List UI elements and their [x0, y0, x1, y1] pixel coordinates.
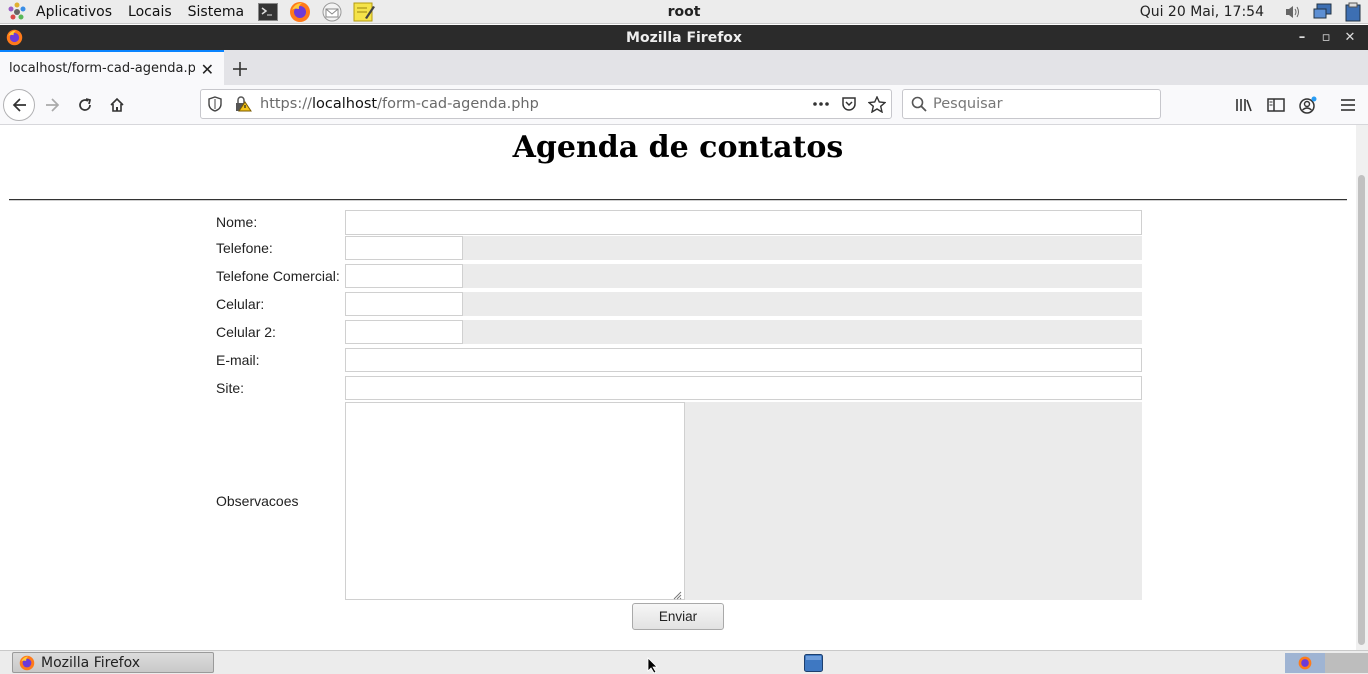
- url-text: https://localhost/form-cad-agenda.php: [260, 96, 539, 112]
- bookmark-star-icon[interactable]: [867, 95, 887, 117]
- clipboard-icon[interactable]: [1342, 1, 1364, 23]
- field-cell-telefone-comercial: [345, 264, 1142, 288]
- back-arrow-icon: [12, 98, 26, 112]
- menu-sistema[interactable]: Sistema: [180, 0, 252, 24]
- label-celular: Celular:: [216, 296, 265, 312]
- library-icon: [1236, 99, 1252, 112]
- mouse-pointer-icon: [647, 657, 659, 674]
- network-icon[interactable]: [1312, 1, 1334, 23]
- field-cell-observacoes: [345, 402, 1142, 600]
- page-actions-icon[interactable]: [811, 96, 831, 116]
- back-button[interactable]: [3, 89, 35, 121]
- workspace-1[interactable]: [1285, 653, 1325, 673]
- field-cell-celular: [345, 292, 1142, 316]
- window-title: Mozilla Firefox: [626, 29, 742, 46]
- label-email: E-mail:: [216, 352, 260, 368]
- hamburger-menu-icon: [1341, 99, 1355, 111]
- volume-icon[interactable]: [1282, 1, 1304, 23]
- submit-button[interactable]: Enviar: [632, 603, 724, 630]
- label-celular-2: Celular 2:: [216, 324, 276, 340]
- vertical-scrollbar[interactable]: [1356, 125, 1368, 650]
- horizontal-rule: [9, 199, 1347, 201]
- label-telefone-comercial: Telefone Comercial:: [216, 268, 340, 284]
- scrollbar-thumb[interactable]: [1358, 175, 1365, 645]
- tab-title: localhost/form-cad-agenda.p: [9, 61, 195, 76]
- search-input[interactable]: Pesquisar: [902, 89, 1161, 119]
- field-cell-email: [345, 348, 1142, 372]
- nome-field[interactable]: [345, 210, 1142, 235]
- window-titlebar[interactable]: Mozilla Firefox – ▫ ✕: [0, 25, 1368, 50]
- tab-active[interactable]: localhost/form-cad-agenda.p ✕: [0, 50, 224, 85]
- observacoes-textarea[interactable]: [345, 402, 685, 600]
- library-button[interactable]: [1228, 89, 1260, 121]
- close-tab-icon[interactable]: ✕: [201, 60, 214, 79]
- pocket-icon[interactable]: [841, 96, 857, 116]
- celular-field[interactable]: [345, 292, 463, 316]
- sidebar-button[interactable]: [1260, 89, 1292, 121]
- field-cell-telefone: [345, 236, 1142, 260]
- account-icon: [1299, 96, 1317, 114]
- insecure-lock-icon[interactable]: [234, 96, 252, 116]
- field-cell-site: [345, 376, 1142, 400]
- terminal-icon[interactable]: [256, 1, 280, 23]
- menu-button[interactable]: [1332, 89, 1364, 121]
- gnome-foot-icon[interactable]: [6, 1, 28, 23]
- home-button[interactable]: [101, 89, 133, 121]
- taskbar-window-label: Mozilla Firefox: [41, 654, 141, 671]
- minimize-icon[interactable]: –: [1290, 30, 1314, 45]
- menu-aplicativos[interactable]: Aplicativos: [28, 0, 120, 24]
- workspace-switcher[interactable]: [1285, 653, 1368, 673]
- label-site: Site:: [216, 380, 245, 396]
- page-title: Agenda de contatos: [512, 130, 844, 165]
- taskbar-window-button[interactable]: Mozilla Firefox: [12, 652, 214, 673]
- tab-strip: localhost/form-cad-agenda.p ✕: [0, 50, 1368, 85]
- site-field[interactable]: [345, 376, 1142, 400]
- new-tab-button[interactable]: [224, 52, 256, 85]
- field-cell-nome: [345, 210, 1142, 235]
- home-icon: [110, 97, 124, 112]
- firefox-icon: [19, 655, 35, 671]
- celular-2-field[interactable]: [345, 320, 463, 344]
- url-host: localhost: [311, 96, 378, 112]
- field-cell-celular-2: [345, 320, 1142, 344]
- maximize-icon[interactable]: ▫: [1314, 30, 1338, 45]
- close-icon[interactable]: ✕: [1338, 30, 1362, 45]
- current-user: root: [667, 3, 701, 20]
- bottom-panel: Mozilla Firefox: [0, 650, 1368, 674]
- email-field[interactable]: [345, 348, 1142, 372]
- workspace-2[interactable]: [1325, 653, 1368, 673]
- reload-button[interactable]: [69, 89, 101, 121]
- firefox-icon[interactable]: [288, 1, 312, 23]
- telefone-comercial-field[interactable]: [345, 264, 463, 288]
- sidebar-icon: [1267, 98, 1285, 112]
- account-button[interactable]: [1292, 89, 1324, 121]
- label-observacoes: Observacoes: [216, 493, 299, 509]
- page-content: Agenda de contatos Nome: Telefone: Telef…: [0, 125, 1356, 650]
- navigation-toolbar: https://localhost/form-cad-agenda.php Pe…: [0, 85, 1368, 125]
- show-desktop-icon[interactable]: [804, 654, 823, 674]
- top-panel: Aplicativos Locais Sistema root Qui 20 M…: [0, 0, 1368, 24]
- label-telefone: Telefone:: [216, 240, 273, 256]
- mail-icon[interactable]: [320, 1, 344, 23]
- search-icon: [911, 96, 927, 116]
- reload-icon: [79, 98, 92, 111]
- resize-grip-icon[interactable]: [673, 588, 682, 600]
- firefox-icon: [6, 29, 23, 50]
- tracking-shield-icon[interactable]: [208, 96, 222, 116]
- text-editor-icon[interactable]: [352, 1, 376, 23]
- menu-locais[interactable]: Locais: [120, 0, 180, 24]
- clock[interactable]: Qui 20 Mai, 17:54: [1140, 4, 1264, 20]
- forward-button[interactable]: [37, 89, 69, 121]
- label-nome: Nome:: [216, 214, 258, 230]
- search-placeholder: Pesquisar: [933, 96, 1003, 112]
- plus-icon: [233, 61, 247, 76]
- firefox-icon: [1298, 656, 1312, 670]
- telefone-field[interactable]: [345, 236, 463, 260]
- url-path: /form-cad-agenda.php: [377, 96, 539, 112]
- url-bar[interactable]: https://localhost/form-cad-agenda.php: [200, 89, 892, 119]
- forward-arrow-icon: [46, 98, 60, 112]
- url-scheme: https://: [260, 96, 312, 112]
